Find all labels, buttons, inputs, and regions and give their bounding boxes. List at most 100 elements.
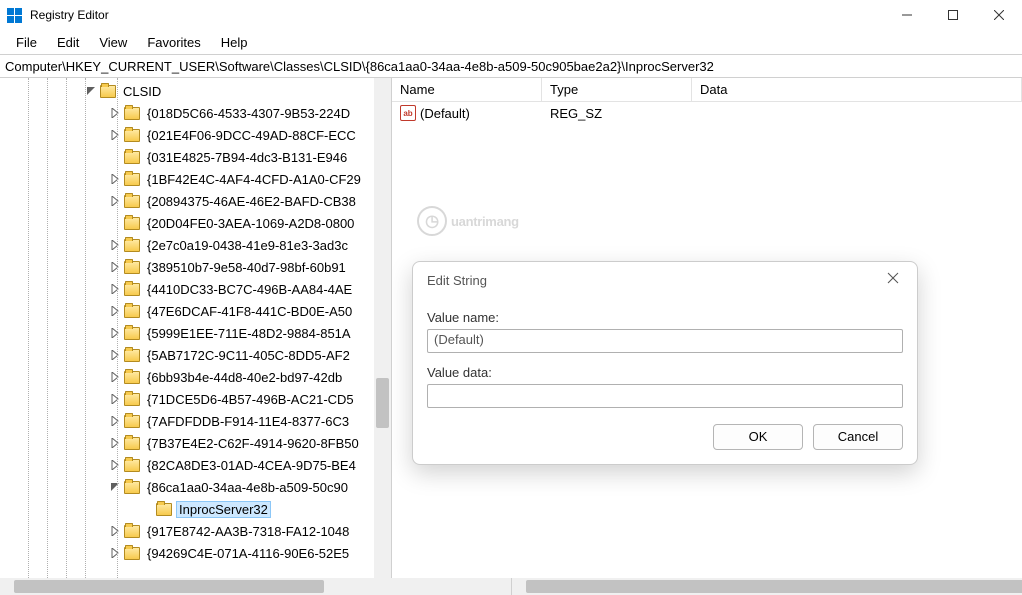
chevron-icon[interactable] [108, 458, 122, 472]
chevron-icon[interactable] [108, 370, 122, 384]
tree-horizontal-scrollbar[interactable] [0, 578, 512, 595]
value-data-field[interactable] [427, 384, 903, 408]
chevron-icon[interactable] [108, 436, 122, 450]
folder-icon [124, 195, 140, 208]
tree-item-label: CLSID [120, 83, 164, 100]
tree-item[interactable]: {6bb93b4e-44d8-40e2-bd97-42db [0, 366, 391, 388]
tree-item[interactable]: {018D5C66-4533-4307-9B53-224D [0, 102, 391, 124]
chevron-icon[interactable] [84, 84, 98, 98]
value-data-label: Value data: [427, 365, 903, 380]
folder-icon [124, 459, 140, 472]
tree-item-label: {5AB7172C-9C11-405C-8DD5-AF2 [144, 347, 353, 364]
tree-item-label: {71DCE5D6-4B57-496B-AC21-CD5 [144, 391, 357, 408]
address-bar[interactable]: Computer\HKEY_CURRENT_USER\Software\Clas… [0, 54, 1022, 78]
tree-item[interactable]: {20894375-46AE-46E2-BAFD-CB38 [0, 190, 391, 212]
string-value-icon: ab [400, 105, 416, 121]
value-data-cell [692, 111, 708, 115]
menu-file[interactable]: File [6, 32, 47, 53]
horizontal-scrollbars [0, 578, 1022, 595]
tree-pane: CLSID {018D5C66-4533-4307-9B53-224D {021E4… [0, 78, 392, 578]
tree-item[interactable]: {86ca1aa0-34aa-4e8b-a509-50c90 [0, 476, 391, 498]
folder-icon [124, 173, 140, 186]
menu-edit[interactable]: Edit [47, 32, 89, 53]
tree-item[interactable]: {5999E1EE-711E-48D2-9884-851A [0, 322, 391, 344]
column-name[interactable]: Name [392, 78, 542, 101]
tree-item-label: {1BF42E4C-4AF4-4CFD-A1A0-CF29 [144, 171, 364, 188]
menu-bar: File Edit View Favorites Help [0, 30, 1022, 54]
tree-item-label: {021E4F06-9DCC-49AD-88CF-ECC [144, 127, 359, 144]
folder-icon [124, 415, 140, 428]
chevron-icon[interactable] [108, 172, 122, 186]
menu-help[interactable]: Help [211, 32, 258, 53]
folder-icon [124, 151, 140, 164]
menu-favorites[interactable]: Favorites [137, 32, 210, 53]
chevron-icon[interactable] [108, 524, 122, 538]
chevron-icon[interactable] [108, 128, 122, 142]
folder-icon [124, 327, 140, 340]
tree-item[interactable]: {4410DC33-BC7C-496B-AA84-4AE [0, 278, 391, 300]
folder-icon [124, 129, 140, 142]
dialog-title: Edit String [427, 273, 887, 288]
tree-item[interactable]: {71DCE5D6-4B57-496B-AC21-CD5 [0, 388, 391, 410]
tree-item[interactable]: {389510b7-9e58-40d7-98bf-60b91 [0, 256, 391, 278]
edit-string-dialog: Edit String Value name: (Default) Value … [412, 261, 918, 465]
chevron-icon[interactable] [108, 348, 122, 362]
tree-item[interactable]: {1BF42E4C-4AF4-4CFD-A1A0-CF29 [0, 168, 391, 190]
tree-item[interactable]: {2e7c0a19-0438-41e9-81e3-3ad3c [0, 234, 391, 256]
tree-item-inprocserver32[interactable]: InprocServer32 [0, 498, 391, 520]
chevron-icon[interactable] [108, 392, 122, 406]
tree-item-label: {82CA8DE3-01AD-4CEA-9D75-BE4 [144, 457, 359, 474]
tree-item[interactable]: {7B37E4E2-C62F-4914-9620-8FB50 [0, 432, 391, 454]
menu-view[interactable]: View [89, 32, 137, 53]
tree-item[interactable]: {031E4825-7B94-4dc3-B131-E946 [0, 146, 391, 168]
tree-item[interactable]: {94269C4E-071A-4116-90E6-52E5 [0, 542, 391, 564]
chevron-icon[interactable] [108, 304, 122, 318]
tree-item[interactable]: {5AB7172C-9C11-405C-8DD5-AF2 [0, 344, 391, 366]
tree-item-label: {031E4825-7B94-4dc3-B131-E946 [144, 149, 350, 166]
chevron-icon[interactable] [108, 194, 122, 208]
title-bar: Registry Editor [0, 0, 1022, 30]
tree-item[interactable]: {82CA8DE3-01AD-4CEA-9D75-BE4 [0, 454, 391, 476]
chevron-icon[interactable] [108, 238, 122, 252]
cancel-button[interactable]: Cancel [813, 424, 903, 450]
chevron-icon[interactable] [108, 260, 122, 274]
tree-item-label: {917E8742-AA3B-7318-FA12-1048 [144, 523, 352, 540]
folder-icon [124, 437, 140, 450]
value-horizontal-scrollbar[interactable] [512, 578, 1022, 595]
tree-item[interactable]: {7AFDFDDB-F914-11E4-8377-6C3 [0, 410, 391, 432]
chevron-icon[interactable] [108, 282, 122, 296]
tree-item-label: {4410DC33-BC7C-496B-AA84-4AE [144, 281, 355, 298]
close-button[interactable] [976, 0, 1022, 30]
tree-vertical-scrollbar[interactable] [374, 78, 391, 578]
folder-icon [124, 547, 140, 560]
folder-icon [124, 217, 140, 230]
column-data[interactable]: Data [692, 78, 1022, 101]
tree-item-label: {47E6DCAF-41F8-441C-BD0E-A50 [144, 303, 355, 320]
value-row[interactable]: ab (Default) REG_SZ [392, 102, 1022, 124]
chevron-icon[interactable] [108, 326, 122, 340]
tree-item-label: InprocServer32 [176, 501, 271, 518]
tree-item-label: {86ca1aa0-34aa-4e8b-a509-50c90 [144, 479, 351, 496]
tree-item-label: {018D5C66-4533-4307-9B53-224D [144, 105, 353, 122]
chevron-icon[interactable] [108, 546, 122, 560]
ok-button[interactable]: OK [713, 424, 803, 450]
dialog-close-button[interactable] [887, 272, 903, 288]
maximize-button[interactable] [930, 0, 976, 30]
tree-item-clsid[interactable]: CLSID [0, 80, 391, 102]
tree-item[interactable]: {47E6DCAF-41F8-441C-BD0E-A50 [0, 300, 391, 322]
tree-item[interactable]: {917E8742-AA3B-7318-FA12-1048 [0, 520, 391, 542]
window-title: Registry Editor [30, 8, 884, 22]
tree-item[interactable]: {20D04FE0-3AEA-1069-A2D8-0800 [0, 212, 391, 234]
value-name-label: Value name: [427, 310, 903, 325]
value-pane: Name Type Data ab (Default) REG_SZ ◷ uan… [392, 78, 1022, 578]
minimize-button[interactable] [884, 0, 930, 30]
column-type[interactable]: Type [542, 78, 692, 101]
value-name-field: (Default) [427, 329, 903, 353]
chevron-icon[interactable] [108, 106, 122, 120]
tree-item-label: {94269C4E-071A-4116-90E6-52E5 [144, 545, 352, 562]
tree-item[interactable]: {021E4F06-9DCC-49AD-88CF-ECC [0, 124, 391, 146]
folder-icon [124, 239, 140, 252]
chevron-icon[interactable] [108, 414, 122, 428]
chevron-icon[interactable] [108, 480, 122, 494]
value-header: Name Type Data [392, 78, 1022, 102]
